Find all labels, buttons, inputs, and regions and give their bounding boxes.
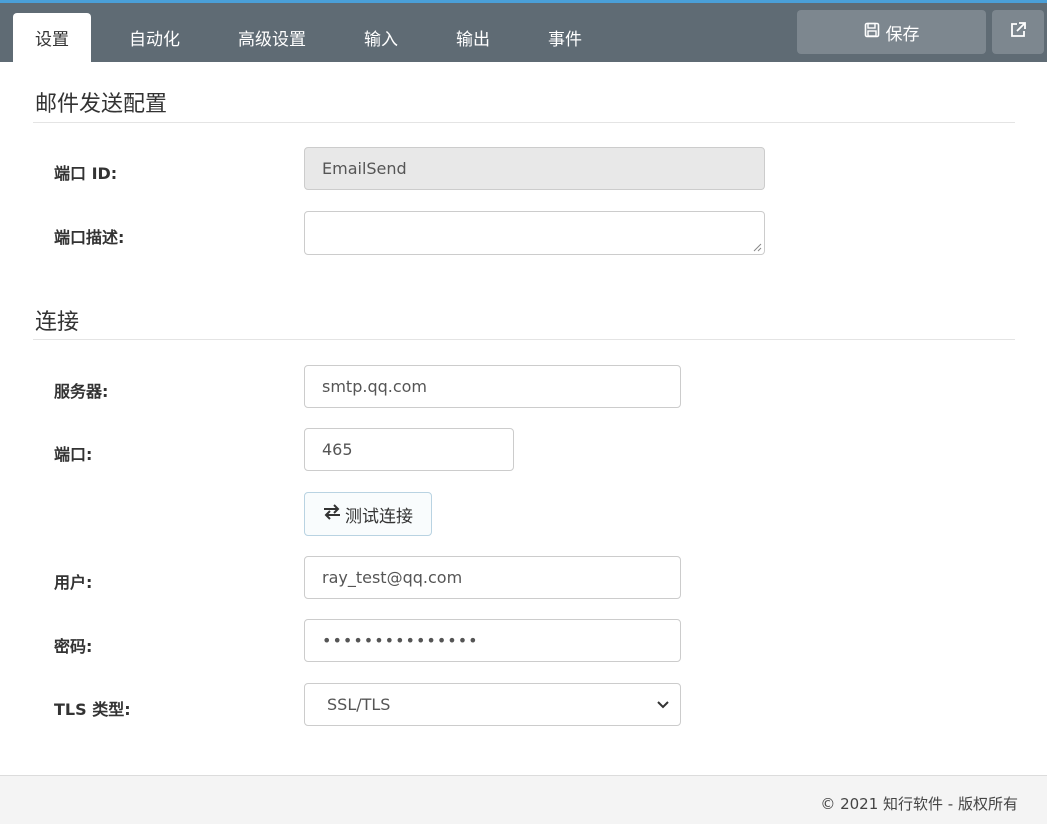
external-link-icon [1009, 21, 1027, 43]
top-accent-line [0, 0, 1047, 3]
open-external-button[interactable] [992, 10, 1044, 54]
top-bar: 设置 自动化 高级设置 输入 输出 事件 保存 [0, 0, 1047, 62]
test-connection-label: 测试连接 [345, 506, 413, 527]
tls-type-select[interactable]: SSL/TLS [304, 683, 681, 726]
exchange-arrows-icon [323, 503, 341, 525]
tab-bar: 设置 自动化 高级设置 输入 输出 事件 [13, 13, 611, 62]
section-title-connection: 连接 [35, 310, 80, 335]
server-label: 服务器: [54, 382, 109, 401]
copyright-text: © 2021 知行软件 - 版权所有 [820, 795, 1018, 813]
floppy-disk-icon [864, 22, 880, 43]
tls-type-label: TLS 类型: [54, 700, 131, 719]
resize-grip-icon[interactable] [752, 242, 762, 252]
footer: © 2021 知行软件 - 版权所有 [0, 775, 1047, 824]
save-button-label: 保存 [885, 24, 920, 45]
port-id-input[interactable]: EmailSend [304, 147, 765, 190]
tab-events[interactable]: 事件 [519, 13, 611, 62]
port-desc-label: 端口描述: [54, 228, 125, 247]
port-input[interactable]: 465 [304, 428, 514, 471]
server-input[interactable]: smtp.qq.com [304, 365, 681, 408]
section-divider [33, 339, 1015, 340]
tls-type-value: SSL/TLS [327, 695, 391, 714]
tab-output[interactable]: 输出 [427, 13, 519, 62]
password-label: 密码: [54, 637, 93, 656]
port-desc-textarea[interactable] [304, 211, 765, 255]
save-button[interactable]: 保存 [797, 10, 986, 54]
port-id-label: 端口 ID: [54, 164, 118, 183]
port-label: 端口: [54, 445, 93, 464]
test-connection-button[interactable]: 测试连接 [304, 492, 432, 536]
password-input[interactable]: ••••••••••••••• [304, 619, 681, 662]
section-title-email: 邮件发送配置 [35, 92, 168, 117]
user-input[interactable]: ray_test@qq.com [304, 556, 681, 599]
tab-automation[interactable]: 自动化 [91, 13, 209, 62]
user-label: 用户: [54, 573, 93, 592]
chevron-down-icon [656, 695, 670, 714]
tab-input[interactable]: 输入 [335, 13, 427, 62]
section-divider [33, 122, 1015, 123]
tab-advanced-settings[interactable]: 高级设置 [209, 13, 335, 62]
tab-settings[interactable]: 设置 [13, 13, 91, 62]
